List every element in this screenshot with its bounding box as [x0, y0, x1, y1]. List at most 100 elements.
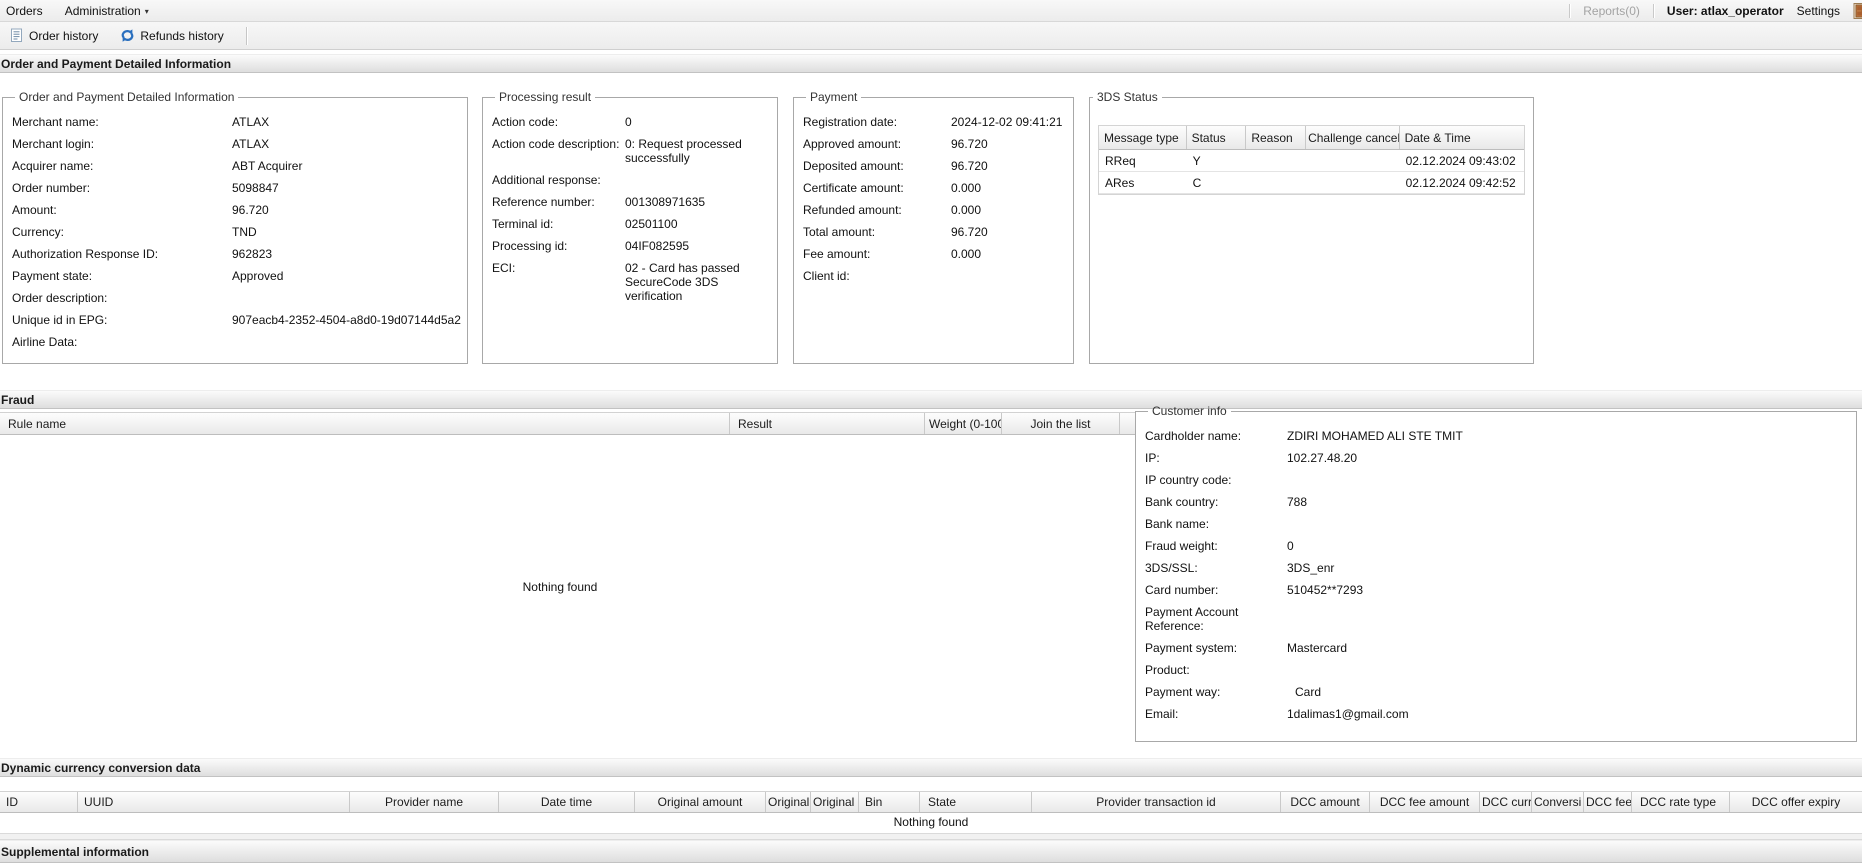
- menu-administration[interactable]: Administration ▾: [65, 4, 149, 18]
- field-value: 0.000: [951, 247, 982, 261]
- horizontal-scrollbar[interactable]: [0, 833, 1862, 840]
- column-header[interactable]: DCC amount: [1281, 792, 1370, 812]
- dcc-empty-text: Nothing found: [893, 815, 969, 829]
- field-row: Reference number: 001308971635: [492, 195, 771, 209]
- field-row: Merchant login: ATLAX: [12, 137, 461, 151]
- field-label: Approved amount:: [803, 137, 902, 151]
- menu-reports[interactable]: Reports(0): [1583, 4, 1640, 18]
- field-row: Processing id: 04IF082595: [492, 239, 771, 253]
- column-header[interactable]: Date time: [499, 792, 635, 812]
- document-lines-icon: [10, 28, 24, 43]
- field-row: Payment system: Mastercard: [1145, 641, 1850, 655]
- field-label: Amount:: [12, 203, 57, 217]
- menu-orders[interactable]: Orders: [6, 4, 43, 18]
- menubar-separator: [1652, 3, 1654, 18]
- toolbar-separator: [245, 26, 247, 45]
- column-header[interactable]: Weight (0-100): [925, 413, 1002, 434]
- column-header[interactable]: Bin: [859, 792, 920, 812]
- column-header[interactable]: Result: [730, 413, 925, 434]
- field-row: Fee amount: 0.000: [803, 247, 1067, 261]
- field-value: 0: Request processed successfully: [625, 137, 742, 165]
- column-header[interactable]: DCC rate type: [1632, 792, 1730, 812]
- field-row: Fraud weight: 0: [1145, 539, 1850, 553]
- column-header[interactable]: DCC curr: [1480, 792, 1532, 812]
- order-history-button[interactable]: Order history: [6, 26, 102, 45]
- cell-status: C: [1192, 175, 1202, 190]
- field-value: 04IF082595: [625, 239, 690, 253]
- column-header[interactable]: UUID: [78, 792, 350, 812]
- column-header[interactable]: DCC fee amount: [1370, 792, 1480, 812]
- column-header[interactable]: Reason: [1246, 126, 1307, 149]
- field-label: Authorization Response ID:: [12, 247, 159, 261]
- page-title-bar: Order and Payment Detailed Information: [0, 54, 1862, 73]
- field-label: Product:: [1145, 663, 1190, 677]
- processing-result-legend: Processing result: [499, 90, 592, 104]
- field-label: Bank country:: [1145, 495, 1219, 509]
- column-header[interactable]: DCC fee: [1584, 792, 1632, 812]
- three-ds-legend: 3DS Status: [1097, 90, 1158, 104]
- column-header[interactable]: Original f: [766, 792, 811, 812]
- app-window: Orders Administration ▾ Reports(0) User: …: [0, 0, 1862, 863]
- menu-settings[interactable]: Settings: [1797, 4, 1840, 18]
- refunds-history-button[interactable]: Refunds history: [116, 26, 227, 45]
- column-header[interactable]: Original amount: [635, 792, 766, 812]
- field-label: Unique id in EPG:: [12, 313, 108, 327]
- column-header[interactable]: Conversi: [1532, 792, 1584, 812]
- column-header[interactable]: Status: [1187, 126, 1247, 149]
- field-label: Fee amount:: [803, 247, 871, 261]
- field-row: 3DS/SSL: 3DS_enr: [1145, 561, 1850, 575]
- table-row[interactable]: ARes C 02.12.2024 09:42:52: [1099, 172, 1524, 194]
- field-row: Certificate amount: 0.000: [803, 181, 1067, 195]
- field-row: IP: 102.27.48.20: [1145, 451, 1850, 465]
- column-header[interactable]: Provider name: [350, 792, 499, 812]
- table-row[interactable]: RReq Y 02.12.2024 09:43:02: [1099, 150, 1524, 172]
- field-row: Card number: 510452**7293: [1145, 583, 1850, 597]
- logout-door-icon[interactable]: [1853, 2, 1862, 19]
- field-value: 0: [1287, 539, 1294, 553]
- field-label: Acquirer name:: [12, 159, 94, 173]
- column-header[interactable]: Challenge cancel: [1306, 126, 1400, 149]
- cell-reason: [1246, 172, 1306, 193]
- field-label: Airline Data:: [12, 335, 78, 349]
- fraud-section-title: Fraud: [1, 392, 35, 407]
- field-value: 02501100: [625, 217, 678, 231]
- column-header[interactable]: Rule name: [0, 413, 730, 434]
- field-row: Payment Account Reference:: [1145, 605, 1850, 633]
- field-value: 02 - Card has passed SecureCode 3DS veri…: [625, 261, 740, 303]
- column-header[interactable]: Provider transaction id: [1032, 792, 1281, 812]
- menubar: Orders Administration ▾ Reports(0) User: …: [0, 0, 1862, 22]
- column-header[interactable]: DCC offer expiry: [1730, 792, 1862, 812]
- field-label: Order description:: [12, 291, 108, 305]
- field-value: Approved: [232, 269, 284, 283]
- payment-legend: Payment: [810, 90, 858, 104]
- column-header[interactable]: ID: [0, 792, 78, 812]
- order-info-legend: Order and Payment Detailed Information: [19, 90, 235, 104]
- field-row: Order description:: [12, 291, 461, 305]
- field-row: Acquirer name: ABT Acquirer: [12, 159, 461, 173]
- customer-info-panel: Customer info Cardholder name: ZDIRI MOHA…: [1135, 404, 1857, 742]
- order-history-label: Order history: [29, 28, 99, 43]
- column-header[interactable]: Original c: [811, 792, 859, 812]
- field-value: 3DS_enr: [1287, 561, 1335, 575]
- field-row: Additional response:: [492, 173, 771, 187]
- customer-info-legend: Customer info: [1152, 404, 1227, 418]
- field-label: Total amount:: [803, 225, 876, 239]
- field-label: Client id:: [803, 269, 850, 283]
- field-value: ZDIRI MOHAMED ALI STE TMIT: [1287, 429, 1463, 443]
- scrollbar-spacer: [1120, 413, 1135, 434]
- field-label: Additional response:: [492, 173, 601, 187]
- field-row: Payment way: Card: [1145, 685, 1850, 699]
- column-header[interactable]: Date & Time: [1400, 126, 1524, 149]
- field-label: Cardholder name:: [1145, 429, 1242, 443]
- field-label: Action code:: [492, 115, 559, 129]
- field-value: 510452**7293: [1287, 583, 1364, 597]
- field-row: Airline Data:: [12, 335, 461, 349]
- field-value: ABT Acquirer: [232, 159, 303, 173]
- dcc-section-title: Dynamic currency conversion data: [1, 760, 201, 775]
- cell-date-time: 02.12.2024 09:43:02: [1405, 153, 1516, 168]
- column-header[interactable]: Message type: [1099, 126, 1187, 149]
- dcc-section-bar: Dynamic currency conversion data: [0, 758, 1862, 777]
- column-header[interactable]: State: [920, 792, 1032, 812]
- column-header[interactable]: Join the list: [1002, 413, 1120, 434]
- field-value: 102.27.48.20: [1287, 451, 1358, 465]
